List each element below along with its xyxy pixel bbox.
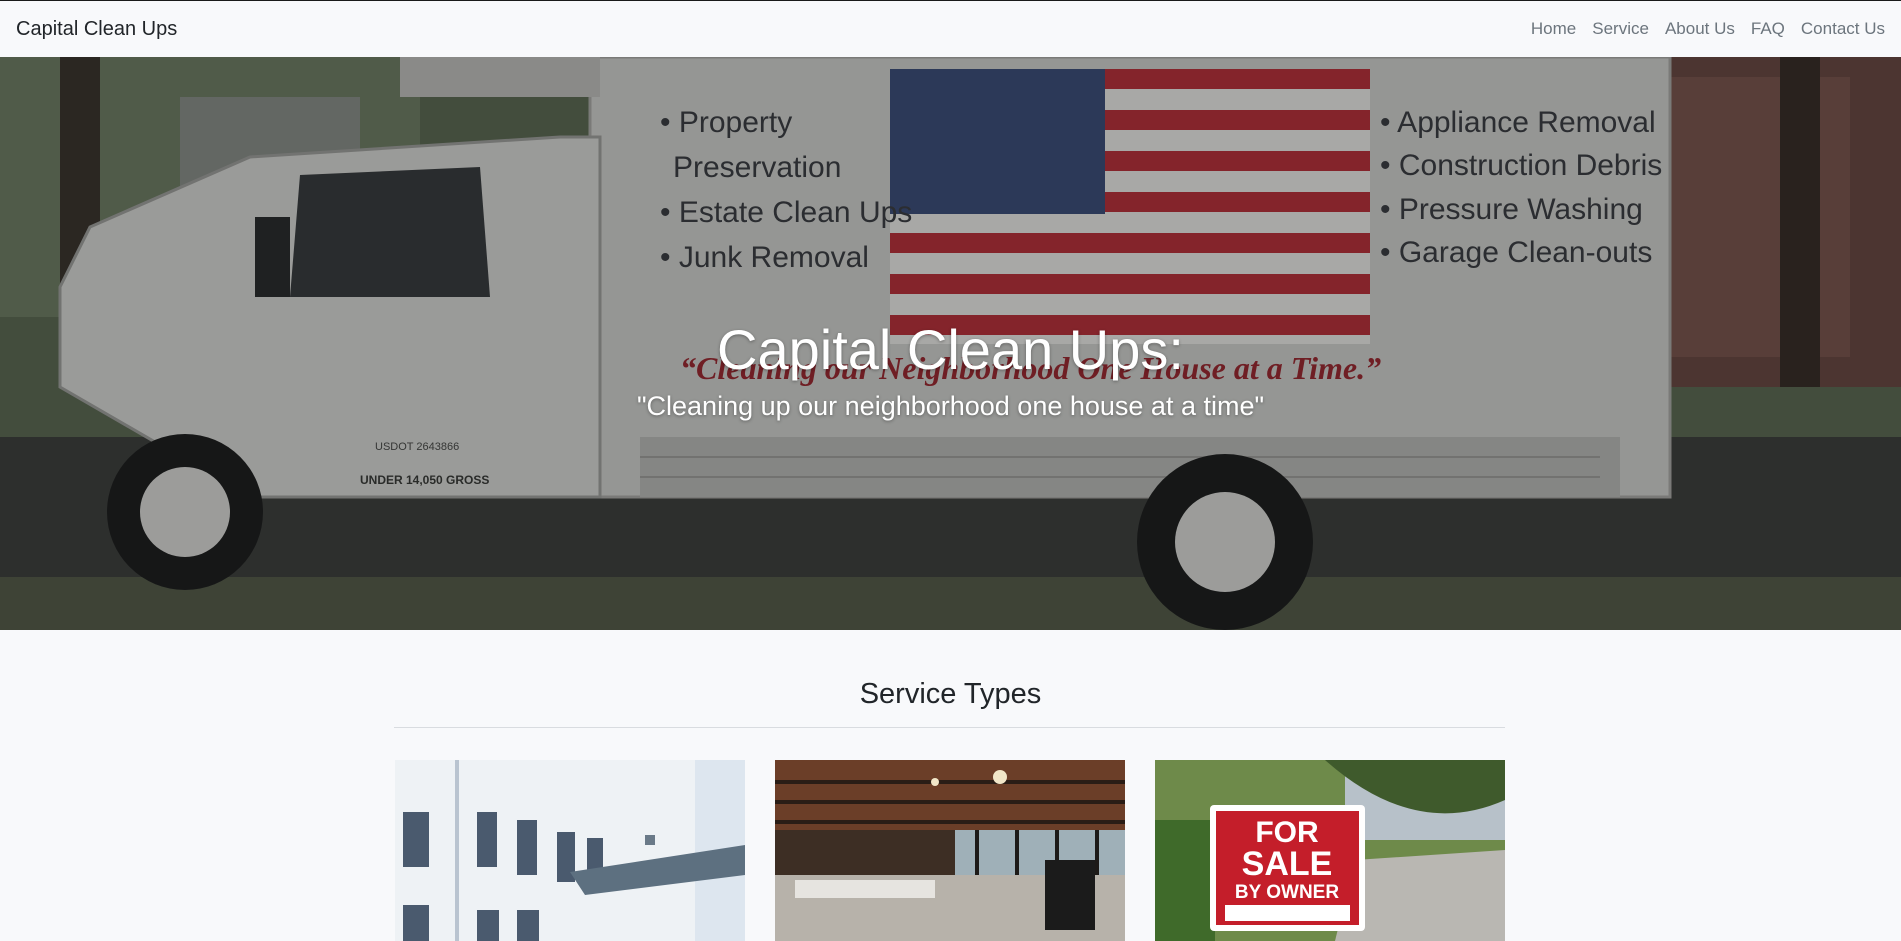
service-card-office[interactable] [775,760,1125,941]
nav-about-us-link[interactable]: About Us [1657,19,1743,39]
hero-text-block: Capital Clean Ups: "Cleaning up our neig… [0,319,1901,422]
sign-line-3: BY OWNER [1235,882,1339,903]
office-interior-image [775,760,1125,941]
commercial-building-image [395,760,745,941]
top-navbar: Capital Clean Ups Home Service About Us … [0,0,1901,57]
brand-link[interactable]: Capital Clean Ups [16,18,177,41]
nav-contact-us-link[interactable]: Contact Us [1793,19,1885,39]
services-section: Service Types FOR SALE BY OWNER [0,630,1901,941]
hero-subtitle: "Cleaning up our neighborhood one house … [636,390,1265,421]
service-card-commercial[interactable] [395,760,745,941]
nav-home-link[interactable]: Home [1523,19,1584,39]
nav-links: Home Service About Us FAQ Contact Us [1523,19,1885,39]
nav-faq-link[interactable]: FAQ [1743,19,1793,39]
hero-title: Capital Clean Ups: [717,318,1184,381]
sign-line-2: SALE [1242,845,1333,883]
section-title: Service Types [859,678,1042,710]
nav-service-link[interactable]: Service [1584,19,1657,39]
hero-banner: • Property Preservation • Estate Clean U… [0,57,1901,630]
section-divider [394,727,1505,728]
for-sale-sign-image: FOR SALE BY OWNER [1155,760,1505,941]
service-card-real-estate[interactable]: FOR SALE BY OWNER [1155,760,1505,941]
